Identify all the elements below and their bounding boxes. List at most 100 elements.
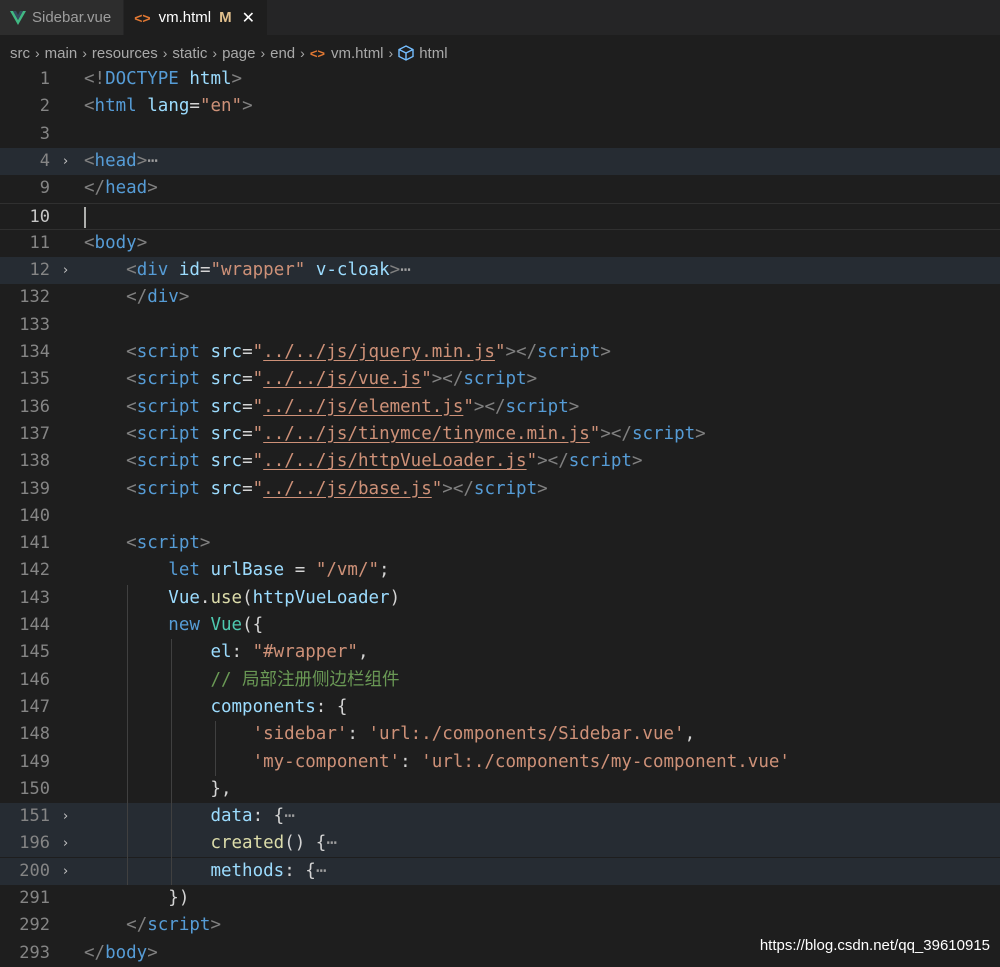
code-line[interactable]: 200 › methods: {⋯ (0, 857, 1000, 885)
code-line[interactable]: 144 new Vue({ (0, 612, 1000, 639)
code-line[interactable]: 134 <script src="../../js/jquery.min.js"… (0, 339, 1000, 366)
code-line[interactable]: 148 'sidebar': 'url:./components/Sidebar… (0, 721, 1000, 748)
code-text: 'sidebar': 'url:./components/Sidebar.vue… (84, 721, 696, 748)
line-number: 136 (19, 396, 50, 417)
fold-chevron-icon[interactable]: › (63, 148, 68, 175)
code-token: ) (389, 587, 401, 608)
breadcrumb-item-file[interactable]: vm.html (331, 45, 384, 62)
breadcrumb-item-page[interactable]: page (222, 45, 255, 62)
breadcrumb-item-end[interactable]: end (270, 45, 295, 62)
code-line[interactable]: 292 </script> (0, 912, 1000, 939)
code-token: 'url:./components/Sidebar.vue' (368, 724, 685, 745)
code-line[interactable]: 136 <script src="../../js/element.js"></… (0, 394, 1000, 421)
code-token: < (84, 232, 95, 253)
code-line[interactable]: 291 }) (0, 885, 1000, 912)
code-token: > (136, 150, 148, 171)
code-token: }) (84, 888, 190, 908)
code-line[interactable]: 138 <script src="../../js/httpVueLoader.… (0, 448, 1000, 475)
code-line[interactable]: 12 › <div id="wrapper" v-cloak>⋯ (0, 257, 1000, 285)
code-token: ( (242, 587, 253, 608)
code-token: " (421, 369, 432, 390)
line-number: 4 (39, 150, 50, 171)
code-token: script (136, 451, 200, 472)
fold-chevron-icon[interactable]: › (63, 257, 68, 284)
code-line[interactable]: 145 el: "#wrapper", (0, 639, 1000, 666)
line-number: 147 (19, 696, 50, 717)
code-line[interactable]: 132 </div> (0, 284, 1000, 311)
code-editor[interactable]: 1 <!DOCTYPE html> 2 <html lang="en"> 3 4 › < hea… (0, 66, 1000, 964)
code-token: lang (147, 96, 190, 117)
code-token: script (136, 533, 200, 554)
code-line[interactable]: 196 › created() {⋯ (0, 830, 1000, 858)
code-text: new Vue({ (84, 612, 263, 639)
code-text: </head> (84, 175, 158, 202)
code-line[interactable]: 141 <script> (0, 530, 1000, 557)
fold-chevron-icon[interactable]: › (63, 858, 68, 885)
fold-chevron-icon[interactable]: › (63, 803, 68, 830)
breadcrumb-item-static[interactable]: static (172, 45, 207, 62)
code-line[interactable]: 133 (0, 312, 1000, 339)
code-line[interactable]: 11 <body> (0, 230, 1000, 257)
code-line[interactable]: 2 <html lang="en"> (0, 93, 1000, 120)
breadcrumb-item-resources[interactable]: resources (92, 45, 158, 62)
code-line[interactable]: 151 › data: {⋯ (0, 803, 1000, 831)
code-text: 'my-component': 'url:./components/my-com… (84, 749, 790, 776)
code-line[interactable]: 150 }, (0, 776, 1000, 803)
code-line[interactable]: 135 <script src="../../js/vue.js"></scri… (0, 366, 1000, 393)
folded-ellipsis-icon[interactable]: ⋯ (400, 260, 411, 280)
tab-sidebar-vue[interactable]: Sidebar.vue (0, 0, 125, 35)
code-token: < (126, 260, 137, 281)
code-line[interactable]: 139 <script src="../../js/base.js"></scr… (0, 476, 1000, 503)
line-number: 134 (19, 342, 50, 362)
code-line[interactable]: 149 'my-component': 'url:./components/my… (0, 749, 1000, 776)
fold-chevron-icon[interactable]: › (63, 830, 68, 857)
code-token: head (94, 150, 137, 171)
code-line[interactable]: 142 let urlBase = "/vm/"; (0, 557, 1000, 584)
code-token: > (210, 915, 221, 936)
breadcrumb-item-main[interactable]: main (45, 45, 78, 62)
code-line[interactable]: 9 </head> (0, 175, 1000, 202)
code-token: src (210, 478, 243, 499)
code-text: <!DOCTYPE html> (84, 66, 242, 93)
breadcrumb-item-src[interactable]: src (10, 45, 30, 62)
code-line[interactable]: 4 › <head>⋯ (0, 147, 1000, 175)
tab-vm-html[interactable]: <> vm.html M ✕ (124, 0, 268, 35)
folded-ellipsis-icon[interactable]: ⋯ (326, 833, 337, 853)
breadcrumb-item-symbol[interactable]: html (419, 45, 447, 62)
code-token: el (210, 642, 232, 663)
code-line[interactable]: 147 components: { (0, 694, 1000, 721)
code-line[interactable]: 140 (0, 503, 1000, 530)
code-token: > (178, 287, 190, 308)
code-token: ../../js/element.js (263, 396, 464, 417)
code-token: " (589, 423, 601, 444)
code-line[interactable]: 1 <!DOCTYPE html> (0, 66, 1000, 93)
code-line[interactable]: 10 (0, 202, 1000, 230)
chevron-right-icon: › (260, 45, 266, 61)
code-token: </ (126, 915, 148, 936)
html-icon: <> (309, 45, 326, 61)
code-token: methods (210, 860, 285, 881)
code-token: urlBase (210, 560, 285, 581)
code-line[interactable]: 143 Vue.use(httpVueLoader) (0, 585, 1000, 612)
folded-ellipsis-icon[interactable]: ⋯ (147, 151, 158, 171)
code-token: " (526, 451, 538, 472)
line-number: 132 (19, 287, 50, 308)
code-line[interactable]: 3 (0, 121, 1000, 148)
code-line[interactable]: 146 // 局部注册侧边栏组件 (0, 667, 1000, 694)
folded-ellipsis-icon[interactable]: ⋯ (316, 861, 327, 881)
tab-bar: Sidebar.vue <> vm.html M ✕ (0, 0, 1000, 35)
code-token: : { (252, 806, 285, 827)
code-token: = (242, 396, 253, 417)
folded-ellipsis-icon[interactable]: ⋯ (284, 806, 295, 826)
close-icon[interactable]: ✕ (242, 8, 255, 28)
code-token: 'url:./components/my-component.vue' (421, 751, 790, 772)
code-line[interactable]: 137 <script src="../../js/tinymce/tinymc… (0, 421, 1000, 448)
